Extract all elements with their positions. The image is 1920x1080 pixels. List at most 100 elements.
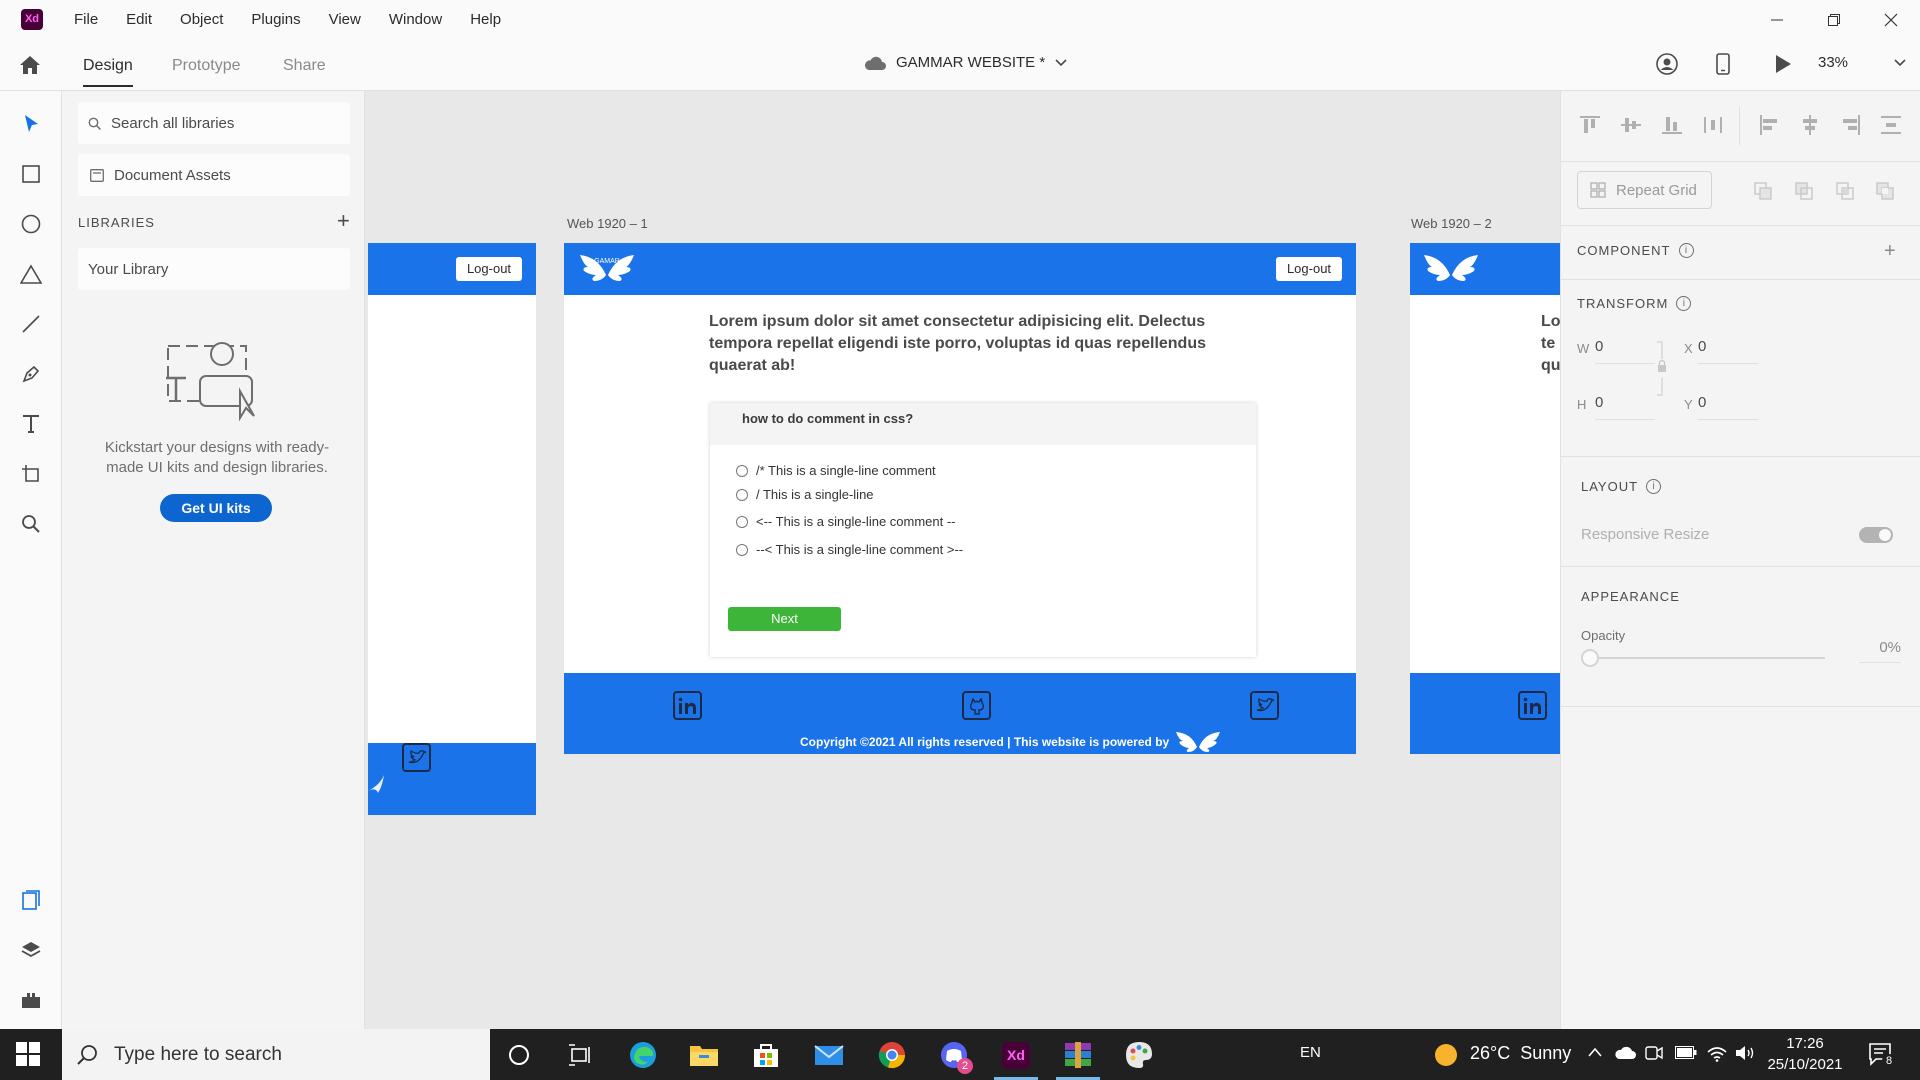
boolean-subtract-button[interactable] [1792, 179, 1816, 203]
artboard-1-label[interactable]: Web 1920 – 1 [567, 216, 648, 231]
wifi-tray-icon[interactable] [1706, 1044, 1728, 1062]
polygon-tool[interactable] [18, 261, 44, 287]
info-icon[interactable]: i [1646, 479, 1662, 494]
paint-taskbar-button[interactable] [1122, 1038, 1156, 1072]
artboard-tool[interactable] [18, 461, 44, 487]
your-library-item[interactable]: Your Library [78, 248, 350, 290]
align-left-button[interactable] [1757, 113, 1781, 137]
menu-window[interactable]: Window [375, 0, 456, 40]
text-tool[interactable] [18, 411, 44, 437]
xd-taskbar-button[interactable]: Xd [999, 1038, 1033, 1072]
edge-taskbar-button[interactable] [626, 1038, 660, 1072]
start-button[interactable] [16, 1042, 40, 1066]
document-title[interactable]: GAMMAR WEBSITE * [864, 54, 1067, 71]
artboard-left-partial[interactable]: Log-out [368, 243, 536, 815]
restore-button[interactable] [1811, 0, 1857, 40]
x-field[interactable]: 0 [1698, 338, 1758, 364]
taskbar-search-input[interactable]: Type here to search [62, 1029, 490, 1080]
menu-view[interactable]: View [315, 0, 375, 40]
boolean-intersect-button[interactable] [1833, 179, 1857, 203]
artboard-web-1920-1[interactable]: GAMAR Log-out Lorem ipsum dolor sit amet… [564, 243, 1356, 754]
align-right-button[interactable] [1839, 113, 1863, 137]
volume-tray-icon[interactable] [1735, 1044, 1757, 1062]
task-view-button[interactable] [563, 1038, 597, 1072]
weather-text[interactable]: 26°C Sunny [1470, 1043, 1571, 1064]
zoom-selector[interactable]: 33% [1818, 54, 1906, 71]
chrome-taskbar-button[interactable] [875, 1038, 909, 1072]
repeat-grid-button[interactable]: Repeat Grid [1577, 171, 1712, 209]
opacity-slider[interactable] [1581, 649, 1831, 667]
quiz-option-2[interactable]: / This is a single-line [736, 487, 874, 502]
lock-aspect-button[interactable] [1656, 341, 1668, 397]
assets-panel-button[interactable] [18, 887, 44, 913]
play-preview-button[interactable] [1774, 54, 1792, 74]
align-middle-button[interactable] [1619, 113, 1643, 137]
share-user-button[interactable] [1656, 53, 1678, 75]
webcam-tray-icon[interactable] [1645, 1044, 1663, 1062]
logout-button[interactable]: Log-out [1276, 257, 1342, 281]
radio-button[interactable] [736, 464, 748, 477]
tab-design[interactable]: Design [83, 40, 133, 91]
align-center-button[interactable] [1798, 113, 1822, 137]
plugins-panel-button[interactable] [18, 987, 44, 1013]
menu-edit[interactable]: Edit [112, 0, 166, 40]
close-window-button[interactable] [1868, 0, 1914, 40]
battery-tray-icon[interactable] [1675, 1046, 1697, 1059]
info-icon[interactable]: i [1678, 243, 1694, 258]
height-field[interactable]: 0 [1595, 394, 1655, 420]
opacity-field[interactable]: 0% [1859, 639, 1901, 663]
opacity-slider-thumb[interactable] [1581, 649, 1599, 667]
library-search-input[interactable]: Search all libraries [78, 102, 350, 144]
align-top-button[interactable] [1578, 113, 1602, 137]
radio-button[interactable] [736, 488, 748, 501]
mail-taskbar-button[interactable] [812, 1038, 846, 1072]
language-indicator[interactable]: EN [1300, 1044, 1321, 1061]
menu-file[interactable]: File [60, 0, 112, 40]
file-explorer-taskbar-button[interactable] [687, 1038, 721, 1072]
add-library-button[interactable]: + [337, 210, 350, 232]
tab-share[interactable]: Share [283, 40, 326, 91]
onedrive-tray-icon[interactable] [1614, 1046, 1636, 1060]
menu-help[interactable]: Help [456, 0, 515, 40]
discord-taskbar-button[interactable]: 2 [937, 1038, 973, 1074]
add-component-button[interactable]: + [1884, 240, 1896, 263]
line-tool[interactable] [18, 311, 44, 337]
distribute-vertical-button[interactable] [1879, 113, 1903, 137]
width-field[interactable]: 0 [1595, 338, 1655, 364]
twitter-icon[interactable] [1250, 691, 1279, 720]
radio-button[interactable] [736, 515, 748, 528]
ellipse-tool[interactable] [18, 211, 44, 237]
boolean-exclude-button[interactable] [1873, 179, 1897, 203]
align-bottom-button[interactable] [1660, 113, 1684, 137]
layers-panel-button[interactable] [18, 937, 44, 963]
quiz-option-4[interactable]: --< This is a single-line comment >-- [736, 542, 963, 557]
home-button[interactable] [18, 54, 42, 76]
pen-tool[interactable] [18, 361, 44, 387]
tab-prototype[interactable]: Prototype [172, 40, 240, 91]
linkedin-icon[interactable] [673, 691, 702, 720]
select-tool[interactable] [18, 111, 44, 137]
menu-plugins[interactable]: Plugins [237, 0, 314, 40]
info-icon[interactable]: i [1676, 296, 1692, 311]
github-icon[interactable] [962, 691, 991, 720]
cortana-button[interactable] [502, 1038, 536, 1072]
artboard-web-1920-2-partial[interactable]: Lo te qu [1410, 243, 1560, 754]
distribute-horizontal-button[interactable] [1701, 113, 1725, 137]
show-hidden-icons-button[interactable] [1588, 1047, 1602, 1057]
store-taskbar-button[interactable] [749, 1038, 783, 1072]
next-button[interactable]: Next [728, 607, 841, 631]
artboard-2-label[interactable]: Web 1920 – 2 [1411, 216, 1492, 231]
get-ui-kits-button[interactable]: Get UI kits [160, 494, 272, 522]
taskbar-clock[interactable]: 17:26 25/10/2021 [1756, 1033, 1854, 1075]
quiz-option-3[interactable]: <-- This is a single-line comment -- [736, 514, 956, 529]
boolean-add-button[interactable] [1751, 179, 1775, 203]
document-assets-item[interactable]: Document Assets [78, 154, 350, 196]
minimize-button[interactable] [1754, 0, 1800, 40]
weather-widget[interactable] [1434, 1043, 1458, 1067]
quiz-option-1[interactable]: /* This is a single-line comment [736, 463, 936, 478]
rectangle-tool[interactable] [18, 161, 44, 187]
zoom-tool[interactable] [18, 511, 44, 537]
logout-button[interactable]: Log-out [456, 257, 522, 281]
design-canvas[interactable]: Log-out Web 1920 – 1 GAMAR Log-out Lorem… [366, 91, 1560, 1029]
notification-center-button[interactable]: 8 [1868, 1042, 1896, 1068]
